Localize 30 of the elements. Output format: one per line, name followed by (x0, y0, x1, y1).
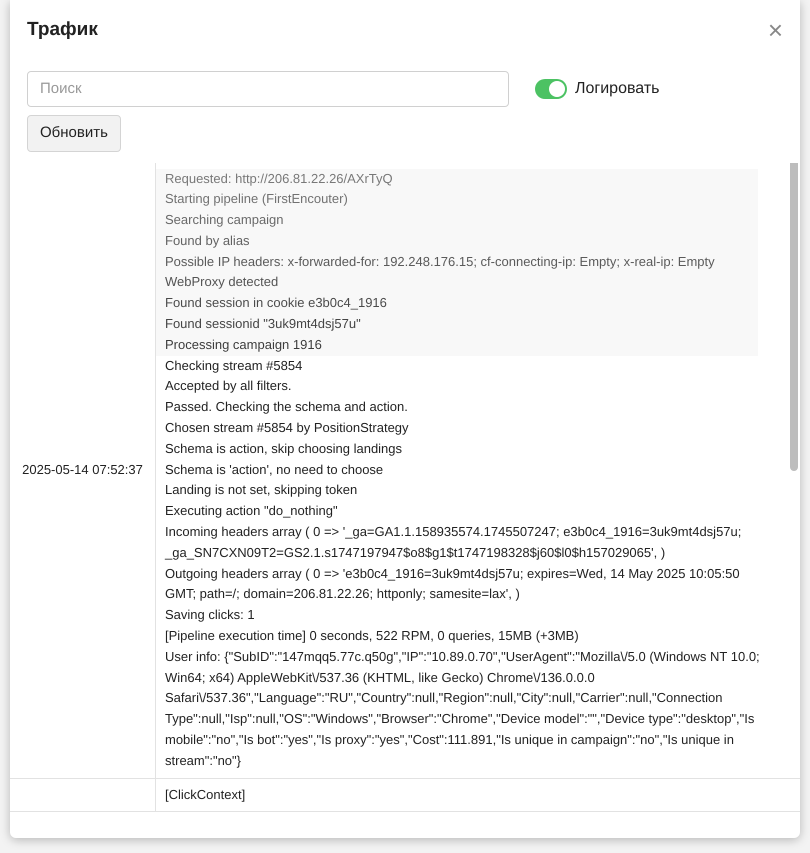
log-line: WebProxy detected (165, 273, 280, 292)
refresh-button[interactable]: Обновить (27, 114, 121, 152)
log-line: Passed. Checking the schema and action. (165, 398, 409, 416)
log-line: Outgoing headers array ( 0 => 'e3b0c4_1916=3uk9mt4dsj57u; expires=Wed, 14 May 2025 10:05:50 GMT; path=/; domain=206.81.22.26; httponly; samesite=lax', ) (165, 564, 741, 604)
log-line: Requested: http://206.81.22.26/AXrTyQ (165, 170, 394, 188)
log-line: Landing is not set, skipping token (165, 481, 358, 500)
toggle-switch[interactable] (535, 78, 567, 98)
log-line: Accepted by all filters. (165, 377, 292, 396)
log-line: Incoming headers array ( 0 => '_ga=GA1.1.158935574.1745507247; e3b0c4_1916=3uk9mt4dsj57u; _ga_SN7CXN09T2=GS2.1.s1747197947$o8$g1$t1747198328$j60$l0$h157029065', ) (165, 523, 742, 562)
log-line: Executing action "do_nothing" (165, 502, 339, 520)
log-line: Found session in cookie e3b0c4_1916 (165, 294, 388, 312)
log-line: Searching campaign (165, 211, 285, 230)
log-line: Chosen stream #5854 by PositionStrategy (165, 419, 410, 438)
log-line: Checking stream #5854 (165, 356, 304, 375)
log-line: Starting pipeline (FirstEncouter) (165, 190, 349, 208)
close-button[interactable]: × (768, 17, 783, 44)
log-line: Schema is action, skip choosing landings (165, 440, 404, 458)
log-line: Processing campaign 1916 (165, 336, 323, 354)
dialog-title: Трафик (27, 18, 98, 42)
search-field[interactable]: Поиск (27, 70, 509, 106)
log-line: Found sessionid "3uk9mt4dsj57u" (165, 315, 362, 334)
log-line: User info: {"SubID":"147mqq5.77c.q50g","IP":"10.89.0.70","UserAgent":"Mozilla\/5.0 (Windows NT 10.0; Win64; x64) AppleWebKit\/537.36 (KHTML, like Gecko) Chrome\/136.0.0.0 Safari\/537.36","Language":"RU","Country":null,"Region":null,"City":null,"Carrier":null,"Connection Type":null,"Isp":null,"OS":"Windows","Browser":"Chrome","Device model":"","Device type":"desktop","Is mobile":"no","Is bot":"yes","Is proxy":"yes","Cost":111.891,"Is unique in campaign":"no","Is unique in stream":"no"} (165, 648, 761, 770)
time-cell-text: 2025-05-14 07:52:37 (22, 461, 143, 480)
log-line: Found by alias (165, 232, 251, 250)
log-line: [Pipeline execution time] 0 seconds, 522 RPM, 0 queries, 15MB (+3MB) (165, 627, 580, 646)
log-line: Saving clicks: 1 (165, 606, 256, 624)
log-line: Possible IP headers: x-forwarded-for: 192.248.176.15; cf-connecting-ip: Empty; x-real-ip: Empty (165, 252, 716, 271)
toggle-label: Логировать (575, 78, 660, 98)
log-line: Schema is 'action', no need to choose (165, 460, 384, 479)
log-line: [ClickContext] (165, 786, 246, 804)
